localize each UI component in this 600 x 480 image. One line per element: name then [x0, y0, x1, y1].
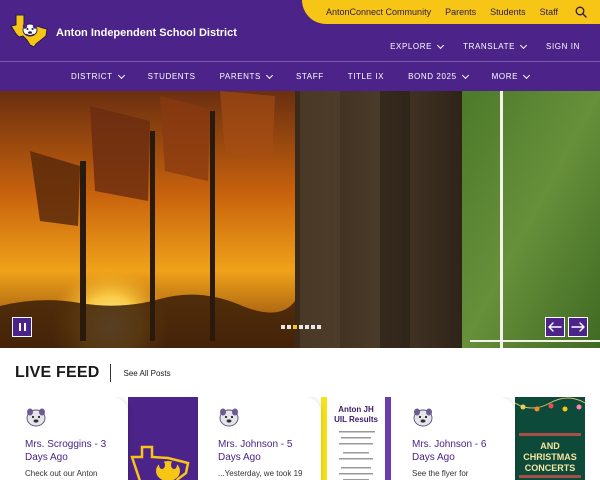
- live-feed-post[interactable]: AND CHRISTMAS CONCERTS Mrs. Johnson - 6 …: [402, 397, 585, 480]
- nav-explore-label: EXPLORE: [390, 42, 433, 51]
- main-nav-district[interactable]: DISTRICT: [70, 71, 125, 81]
- main-nav-district-label: DISTRICT: [70, 72, 113, 81]
- post-image-title: AND CHRISTMAS CONCERTS: [523, 441, 577, 473]
- see-all-posts-link[interactable]: See All Posts: [123, 369, 170, 378]
- hero-image: [0, 91, 600, 348]
- chevron-down-icon: [117, 71, 125, 79]
- live-feed-divider: [110, 364, 112, 382]
- utility-link-students[interactable]: Students: [490, 7, 526, 17]
- district-logo[interactable]: [10, 14, 48, 48]
- slide-dot[interactable]: [311, 325, 315, 329]
- post-author: Mrs. Scroggins - 3 Days Ago: [25, 439, 107, 463]
- district-name[interactable]: Anton Independent School District: [56, 27, 237, 39]
- chevron-down-icon: [461, 71, 469, 79]
- nav-translate[interactable]: TRANSLATE: [463, 41, 528, 51]
- live-feed-header: LIVE FEED See All Posts: [15, 364, 171, 382]
- post-excerpt: See the flyer for: [412, 469, 469, 478]
- post-author: Mrs. Johnson - 5 Days Ago: [218, 439, 293, 463]
- chevron-down-icon: [437, 41, 445, 49]
- post-panel: Mrs. Johnson - 6 Days Ago See the flyer …: [402, 397, 515, 480]
- main-nav-staff-label: STAFF: [295, 72, 324, 81]
- post-author: Mrs. Johnson - 6 Days Ago: [412, 439, 487, 463]
- main-nav: DISTRICT STUDENTS PARENTS STAFF TITLE IX…: [0, 62, 600, 91]
- main-nav-parents-label: PARENTS: [219, 72, 261, 81]
- pause-icon: [23, 323, 26, 331]
- post-panel: Mrs. Johnson - 5 Days Ago ...Yesterday, …: [208, 397, 321, 480]
- hero-slideshow: [0, 91, 600, 348]
- main-nav-parents[interactable]: PARENTS: [219, 71, 274, 81]
- post-excerpt: Check out our Anton: [25, 469, 98, 478]
- main-nav-title-ix-label: TITLE IX: [347, 72, 385, 81]
- slide-indicators: [281, 325, 321, 329]
- slide-dot[interactable]: [305, 325, 309, 329]
- nav-sign-in[interactable]: SIGN IN: [546, 42, 580, 51]
- utility-link-parents[interactable]: Parents: [445, 7, 476, 17]
- pause-icon: [18, 323, 21, 331]
- main-nav-more[interactable]: MORE: [491, 71, 531, 81]
- bulldog-avatar-icon: [26, 408, 46, 427]
- site-header: AntonConnect Community Parents Students …: [0, 0, 600, 91]
- secondary-nav: EXPLORE TRANSLATE SIGN IN: [370, 41, 580, 51]
- pause-button[interactable]: [12, 317, 32, 337]
- post-panel: Mrs. Scroggins - 3 Days Ago Check out ou…: [15, 397, 128, 480]
- arrow-left-icon: [548, 322, 562, 332]
- slide-dot[interactable]: [287, 325, 291, 329]
- post-image: [128, 397, 198, 480]
- chevron-down-icon: [265, 71, 274, 79]
- arrow-right-icon: [571, 322, 585, 332]
- chevron-down-icon: [519, 41, 528, 49]
- bulldog-avatar-icon: [413, 408, 433, 427]
- main-nav-title-ix[interactable]: TITLE IX: [348, 72, 384, 81]
- post-image-title: Anton JH UIL Results: [334, 405, 378, 424]
- chevron-down-icon: [523, 71, 531, 79]
- post-excerpt: ...Yesterday, we took 19: [218, 469, 303, 478]
- post-image: AND CHRISTMAS CONCERTS: [514, 397, 585, 480]
- main-nav-bond-2025[interactable]: BOND 2025: [408, 71, 469, 81]
- utility-bar: AntonConnect Community Parents Students …: [302, 0, 600, 24]
- live-feed-post[interactable]: Anton JH UIL Results Mrs. Johnson - 5 Da…: [208, 397, 391, 480]
- live-feed-title: LIVE FEED: [15, 364, 100, 381]
- main-nav-students[interactable]: STUDENTS: [148, 72, 196, 81]
- slide-dot[interactable]: [293, 325, 297, 329]
- post-image: Anton JH UIL Results: [321, 397, 391, 480]
- next-slide-button[interactable]: [568, 317, 588, 337]
- slide-dot[interactable]: [281, 325, 285, 329]
- slide-dot[interactable]: [299, 325, 303, 329]
- utility-link-staff[interactable]: Staff: [540, 7, 558, 17]
- search-icon[interactable]: [574, 5, 588, 19]
- main-nav-more-label: MORE: [491, 72, 519, 81]
- main-nav-students-label: STUDENTS: [147, 72, 196, 81]
- previous-slide-button[interactable]: [545, 317, 565, 337]
- nav-translate-label: TRANSLATE: [463, 42, 516, 51]
- utility-link-anton-connect[interactable]: AntonConnect Community: [326, 7, 431, 17]
- main-nav-bond-2025-label: BOND 2025: [408, 72, 457, 81]
- nav-explore[interactable]: EXPLORE: [390, 41, 445, 51]
- slide-dot[interactable]: [317, 325, 321, 329]
- live-feed-post[interactable]: Mrs. Scroggins - 3 Days Ago Check out ou…: [15, 397, 198, 480]
- main-nav-staff[interactable]: STAFF: [296, 72, 324, 81]
- bulldog-avatar-icon: [219, 408, 239, 427]
- nav-sign-in-label: SIGN IN: [546, 42, 580, 51]
